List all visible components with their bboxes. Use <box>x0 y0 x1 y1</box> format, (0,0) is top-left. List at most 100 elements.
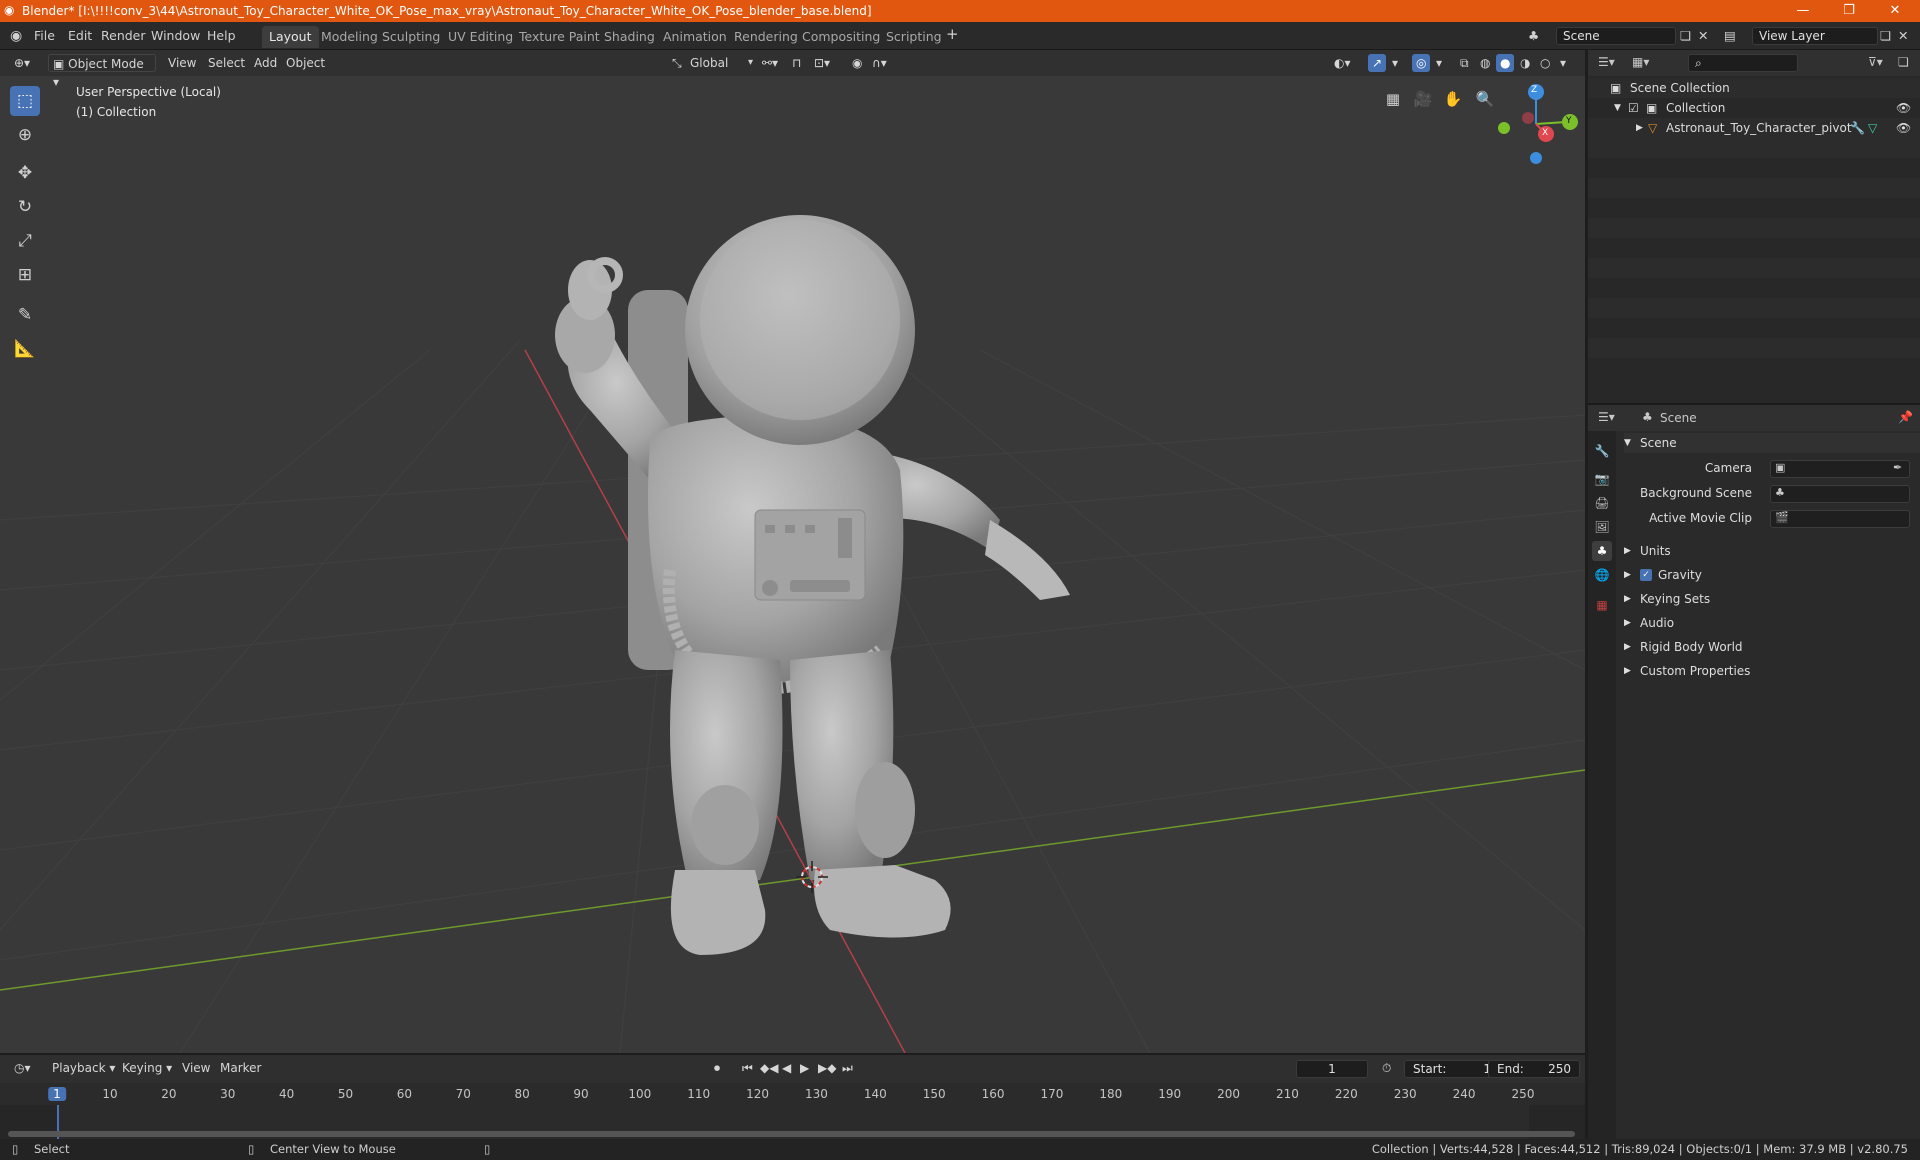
rendered-shading-icon[interactable]: ○ <box>1536 54 1554 72</box>
camera-view-icon[interactable]: 🎥 <box>1410 86 1436 112</box>
new-collection-icon[interactable]: ❏ <box>1898 55 1909 69</box>
proportional-edit-icon[interactable]: ◉ <box>848 54 866 72</box>
snap-target-icon[interactable]: ⊡▾ <box>810 54 834 72</box>
solid-shading-icon[interactable]: ● <box>1496 54 1515 72</box>
collection-visibility-icon[interactable]: 👁 <box>1896 98 1911 118</box>
end-frame-field[interactable]: End: 250 <box>1488 1060 1580 1078</box>
camera-field[interactable]: ▣ ✒ <box>1770 460 1910 478</box>
mesh-data-icon[interactable]: ▽ <box>1868 118 1877 138</box>
active-movie-clip-field[interactable]: 🎬 <box>1770 510 1910 528</box>
menu-edit[interactable]: Edit <box>68 27 92 45</box>
expand-object-icon[interactable]: ▶ <box>1636 118 1643 138</box>
cursor-tool-icon[interactable]: ⊕ <box>10 120 40 150</box>
collection-checkbox-icon[interactable]: ☑ <box>1628 98 1639 118</box>
overlays-icon[interactable]: ◎ <box>1412 54 1431 72</box>
new-view-layer-icon[interactable]: ❏ <box>1880 27 1891 45</box>
frame-ruler[interactable]: 1 10 20 30 40 50 60 70 80 90 100 110 120 130 140 150 160… <box>0 1083 1585 1105</box>
workspace-tab-scripting[interactable]: Scripting <box>879 26 949 48</box>
select-menu[interactable]: Select <box>204 54 249 72</box>
timeline-editor-icon[interactable]: ◷▾ <box>10 1059 35 1077</box>
gravity-checkbox[interactable]: ✓ <box>1640 569 1652 581</box>
render-tab-icon[interactable]: 📷 <box>1592 469 1612 489</box>
output-tab-icon[interactable]: 🖨 <box>1592 493 1612 513</box>
playback-menu[interactable]: Playback ▾ <box>48 1059 119 1077</box>
scale-tool-icon[interactable]: ⤢ <box>10 226 40 256</box>
jump-end-icon[interactable]: ⏭ <box>838 1059 857 1077</box>
transform-orientation-icon[interactable]: ⤡ <box>668 54 686 72</box>
start-frame-field[interactable]: Start: 1 <box>1404 1060 1500 1078</box>
workspace-tab-sculpting[interactable]: Sculpting <box>375 26 447 48</box>
custom-properties-panel[interactable]: ▶ Custom Properties <box>1624 661 1920 681</box>
filter-icon[interactable]: ⊽▾ <box>1868 55 1883 69</box>
marker-menu[interactable]: Marker <box>216 1059 265 1077</box>
jump-keyframe-forward-icon[interactable]: ▶◆ <box>814 1059 840 1077</box>
move-tool-icon[interactable]: ✥ <box>10 158 40 188</box>
timeline-view-menu[interactable]: View <box>178 1059 214 1077</box>
scene-tab-icon[interactable]: ♣ <box>1592 541 1612 561</box>
texture-tab-icon[interactable]: ▦ <box>1592 595 1612 615</box>
modifier-icon[interactable]: 🔧 <box>1850 118 1865 138</box>
pan-view-icon[interactable]: ✋ <box>1440 86 1466 112</box>
transform-tool-icon[interactable]: ⊞ <box>10 260 40 290</box>
menu-help[interactable]: Help <box>207 27 236 45</box>
gravity-panel[interactable]: ▶ ✓ Gravity <box>1624 565 1920 585</box>
measure-tool-icon[interactable]: 📐 <box>10 334 40 364</box>
tool-tab-icon[interactable]: 🔧 <box>1592 441 1612 461</box>
properties-editor-icon[interactable]: ☰▾ <box>1598 410 1615 424</box>
view-layer-selector[interactable]: View Layer <box>1752 27 1878 45</box>
play-icon[interactable]: ▶ <box>796 1059 813 1077</box>
viewport-scene[interactable] <box>0 50 1585 1053</box>
scene-panel-header[interactable]: ▼ Scene <box>1624 433 1920 453</box>
play-reverse-icon[interactable]: ◀ <box>778 1059 795 1077</box>
menu-render[interactable]: Render <box>101 27 146 45</box>
xray-icon[interactable]: ⧉ <box>1456 54 1473 72</box>
object-menu[interactable]: Object <box>282 54 329 72</box>
scene-selector[interactable]: Scene <box>1556 27 1676 45</box>
outliner-search-input[interactable]: ⌕ <box>1688 54 1798 72</box>
pin-icon[interactable]: 📌 <box>1898 410 1913 424</box>
workspace-tab-compositing[interactable]: Compositing <box>795 26 887 48</box>
eyedropper-icon[interactable]: ✒ <box>1893 461 1902 474</box>
world-tab-icon[interactable]: 🌐 <box>1592 565 1612 585</box>
delete-view-layer-icon[interactable]: ✕ <box>1898 27 1908 45</box>
restore-button[interactable]: ❐ <box>1826 0 1872 22</box>
blender-menu-icon[interactable]: ◉ <box>10 27 22 45</box>
material-shading-icon[interactable]: ◑ <box>1516 54 1534 72</box>
display-mode-icon[interactable]: ▦▾ <box>1632 55 1649 69</box>
mode-selector[interactable]: ▣ Object Mode ▾ <box>48 54 156 89</box>
orientation-dropdown-icon[interactable]: ▾ <box>744 54 757 72</box>
shading-dropdown-icon[interactable]: ▾ <box>1556 54 1570 72</box>
workspace-tab-layout[interactable]: Layout <box>262 26 319 48</box>
add-workspace-icon[interactable]: + <box>946 25 959 43</box>
workspace-tab-shading[interactable]: Shading <box>597 26 662 48</box>
zoom-view-icon[interactable]: 🔍 <box>1472 86 1498 112</box>
outliner-row-collection[interactable]: ▼ ☑ ▣ Collection 👁 <box>1588 98 1920 118</box>
view-menu[interactable]: View <box>164 54 200 72</box>
snap-icon[interactable]: ⊓ <box>788 54 805 72</box>
new-scene-icon[interactable]: ❏ <box>1680 27 1691 45</box>
preview-range-icon[interactable]: ⏱ <box>1378 1059 1395 1077</box>
rigid-body-world-panel[interactable]: ▶ Rigid Body World <box>1624 637 1920 657</box>
transform-orientation[interactable]: Global <box>686 54 746 72</box>
timeline-track-area[interactable] <box>0 1105 1585 1139</box>
menu-window[interactable]: Window <box>151 27 200 45</box>
add-menu[interactable]: Add <box>250 54 281 72</box>
minimize-button[interactable]: — <box>1780 0 1826 22</box>
outliner-row-scene-collection[interactable]: ▣ Scene Collection <box>1588 78 1920 98</box>
editor-type-icon[interactable]: ⊕▾ <box>10 54 34 72</box>
keying-menu[interactable]: Keying ▾ <box>118 1059 176 1077</box>
delete-scene-icon[interactable]: ✕ <box>1698 27 1708 45</box>
wireframe-shading-icon[interactable]: ◍ <box>1476 54 1494 72</box>
record-icon[interactable]: ⏺ <box>710 1059 724 1077</box>
timeline-scrollbar[interactable] <box>8 1131 1575 1137</box>
object-visibility-icon[interactable]: 👁 <box>1896 118 1911 138</box>
jump-start-icon[interactable]: ⏮ <box>738 1059 757 1077</box>
audio-panel[interactable]: ▶ Audio <box>1624 613 1920 633</box>
falloff-icon[interactable]: ∩▾ <box>868 54 891 72</box>
menu-file[interactable]: File <box>34 27 55 45</box>
rotate-tool-icon[interactable]: ↻ <box>10 192 40 222</box>
overlays-dropdown-icon[interactable]: ▾ <box>1432 54 1446 72</box>
current-frame-marker[interactable]: 1 <box>48 1087 66 1101</box>
annotate-tool-icon[interactable]: ✎ <box>10 300 40 330</box>
units-panel[interactable]: ▶ Units <box>1624 541 1920 561</box>
